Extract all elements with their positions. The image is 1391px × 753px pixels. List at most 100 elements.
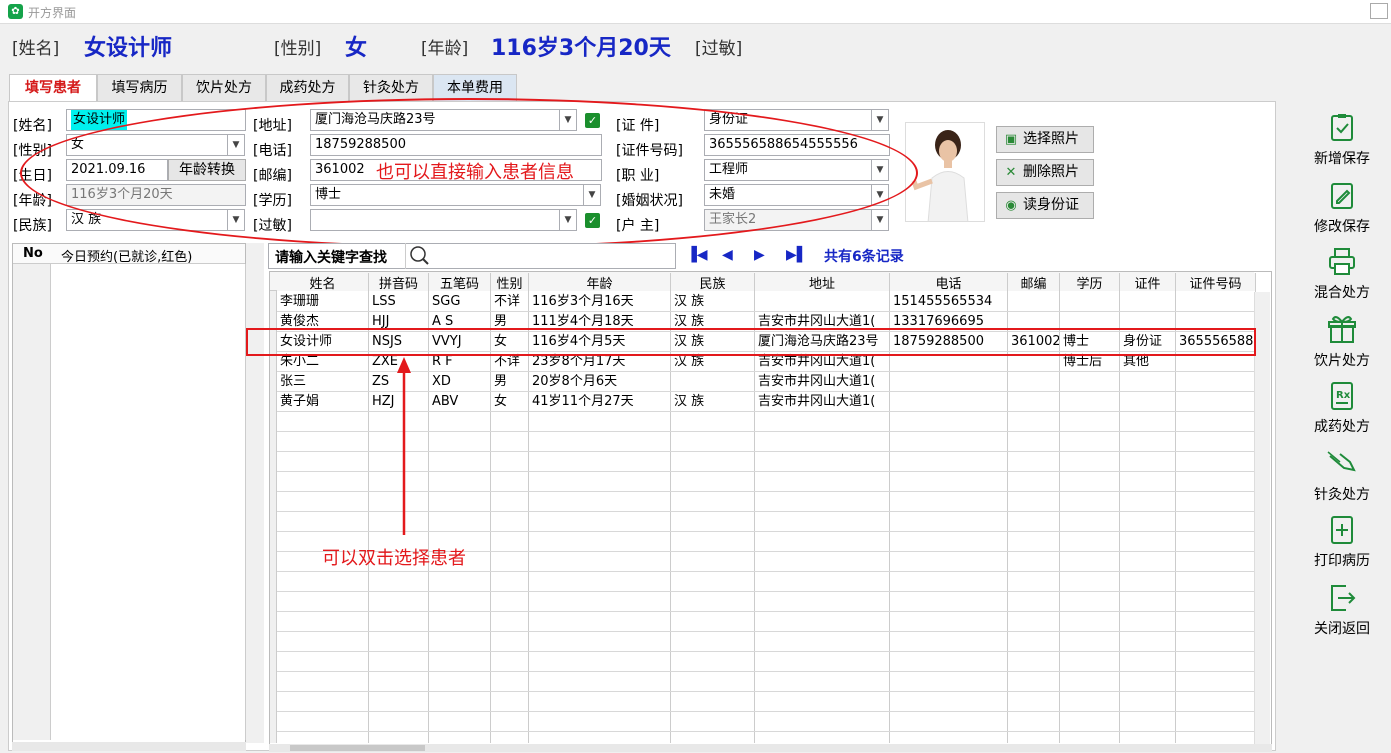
grid-col-header[interactable]: 地址 [755, 273, 890, 292]
window-close-button[interactable] [1370, 3, 1388, 19]
edit-save-icon [1331, 183, 1353, 209]
sidebar-button-print-record[interactable]: 打印病历 [1292, 514, 1391, 570]
close-icon: ✕ [1005, 164, 1017, 180]
table-cell: 吉安市井冈山大道1( [758, 394, 876, 409]
tab-medical-record[interactable]: 填写病历 [97, 74, 182, 101]
grid-col-header[interactable]: 证件号码 [1176, 273, 1256, 292]
table-cell: 116岁3个月16天 [532, 294, 634, 309]
last-page-icon[interactable]: ▶▌ [786, 247, 808, 263]
table-cell [755, 292, 889, 312]
sidebar-button-rx[interactable]: Rx 成药处方 [1292, 380, 1391, 436]
table-cell [890, 392, 1007, 412]
read-id-label: 读身份证 [1023, 197, 1079, 213]
table-cell: 女 [494, 394, 508, 409]
sidebar-label: 成药处方 [1314, 419, 1370, 435]
header-gender-value: 女 [345, 36, 368, 61]
record-count: 共有6条记录 [824, 249, 904, 265]
grid-col-header[interactable]: 学历 [1060, 273, 1120, 292]
table-cell [1060, 392, 1119, 412]
sidebar-label: 修改保存 [1314, 219, 1370, 235]
table-cell [1008, 372, 1059, 392]
sidebar-button-add-save[interactable]: 新增保存 [1292, 112, 1391, 168]
grid-hscrollbar-thumb[interactable] [290, 745, 425, 751]
table-cell: XD [432, 374, 451, 389]
table-cell: 41岁11个月27天 [532, 394, 634, 409]
appointment-list[interactable]: No 今日预约(已就诊,红色) [12, 243, 246, 743]
header-name-value: 女设计师 [84, 36, 173, 61]
table-cell [1060, 292, 1119, 312]
table-cell: 张三 [280, 374, 307, 389]
left-vscrollbar[interactable] [246, 243, 264, 743]
grid-row-line [277, 591, 1254, 592]
chevron-down-icon[interactable]: ▼ [871, 209, 889, 231]
next-page-icon[interactable]: ▶ [754, 247, 765, 263]
table-cell: 不详 [494, 294, 521, 309]
grid-col-header[interactable]: 民族 [671, 273, 755, 292]
delete-photo-button[interactable]: ✕ 删除照片 [996, 159, 1094, 186]
search-icon[interactable] [405, 243, 435, 269]
grid-col-header[interactable]: 邮编 [1008, 273, 1060, 292]
annotation-dblclick-hint: 可以双击选择患者 [322, 548, 466, 569]
sidebar-label: 针灸处方 [1314, 487, 1370, 503]
sidebar-button-printer[interactable]: 混合处方 [1292, 246, 1391, 302]
table-cell [1060, 372, 1119, 392]
header-name-label: [姓名] [12, 39, 60, 59]
grid-row-header [270, 291, 277, 743]
grid-row-line [277, 711, 1254, 712]
grid-col-header[interactable]: 证件 [1120, 273, 1176, 292]
left-hscrollbar[interactable] [12, 742, 246, 751]
table-cell [1120, 292, 1175, 312]
tab-acupuncture-prescription[interactable]: 针灸处方 [349, 74, 433, 101]
tab-fees[interactable]: 本单费用 [433, 74, 517, 101]
sidebar-label: 混合处方 [1314, 285, 1370, 301]
grid-row-line [277, 731, 1254, 732]
table-cell: 汉 族 [674, 394, 705, 409]
grid-row-line [277, 431, 1254, 432]
sidebar-button-gift[interactable]: 饮片处方 [1292, 314, 1391, 370]
first-page-icon[interactable]: ▐◀ [686, 247, 708, 263]
grid-col-header[interactable]: 姓名 [277, 273, 369, 292]
read-id-button[interactable]: ◉ 读身份证 [996, 192, 1094, 219]
prev-page-icon[interactable]: ◀ [722, 247, 733, 263]
table-cell: 151455565534 [893, 294, 993, 309]
table-cell: 男 [494, 374, 508, 389]
sidebar-label: 关闭返回 [1314, 621, 1370, 637]
grid-col-header[interactable]: 电话 [890, 273, 1008, 292]
grid-col-header[interactable]: 拼音码 [369, 273, 429, 292]
list-col-no: No [23, 246, 43, 261]
table-cell [1176, 292, 1255, 312]
table-cell: 李珊珊 [280, 294, 320, 309]
grid-row-line [277, 451, 1254, 452]
header-allergy-label: [过敏] [695, 39, 743, 59]
table-cell [671, 372, 754, 392]
name-label: [姓名] [13, 118, 52, 134]
tab-herbal-prescription[interactable]: 饮片处方 [182, 74, 266, 101]
grid-row-line [277, 631, 1254, 632]
grid-row-line [277, 691, 1254, 692]
list-col-title: 今日预约(已就诊,红色) [61, 250, 193, 265]
select-photo-button[interactable]: ▣ 选择照片 [996, 126, 1094, 153]
search-label: 请输入关键字查找 [275, 250, 387, 266]
title-bar: ✿ 开方界面 [0, 0, 1391, 24]
grid-col-header[interactable]: 性别 [491, 273, 529, 292]
gift-icon [1328, 316, 1356, 343]
sidebar-label: 饮片处方 [1314, 353, 1370, 369]
table-cell: 黄子娟 [280, 394, 320, 409]
exit-icon [1331, 585, 1356, 611]
grid-row-line [277, 491, 1254, 492]
annotation-arrow [397, 357, 411, 535]
grid-col-header[interactable]: 五笔码 [429, 273, 491, 292]
grid-vscrollbar[interactable] [1254, 292, 1270, 744]
sidebar-button-edit-save[interactable]: 修改保存 [1292, 180, 1391, 236]
tab-patent-prescription[interactable]: 成药处方 [266, 74, 349, 101]
chevron-down-icon[interactable]: ▼ [871, 109, 889, 131]
sidebar-label: 打印病历 [1314, 553, 1370, 569]
image-icon: ▣ [1004, 131, 1018, 147]
sidebar-button-acupuncture[interactable]: 针灸处方 [1292, 448, 1391, 504]
app-logo-icon: ✿ [8, 4, 23, 19]
tab-patient[interactable]: 填写患者 [9, 74, 97, 103]
grid-col-header[interactable]: 年龄 [529, 273, 671, 292]
sidebar-button-exit[interactable]: 关闭返回 [1292, 582, 1391, 638]
print-record-icon [1331, 516, 1353, 544]
acupuncture-icon [1327, 451, 1356, 472]
